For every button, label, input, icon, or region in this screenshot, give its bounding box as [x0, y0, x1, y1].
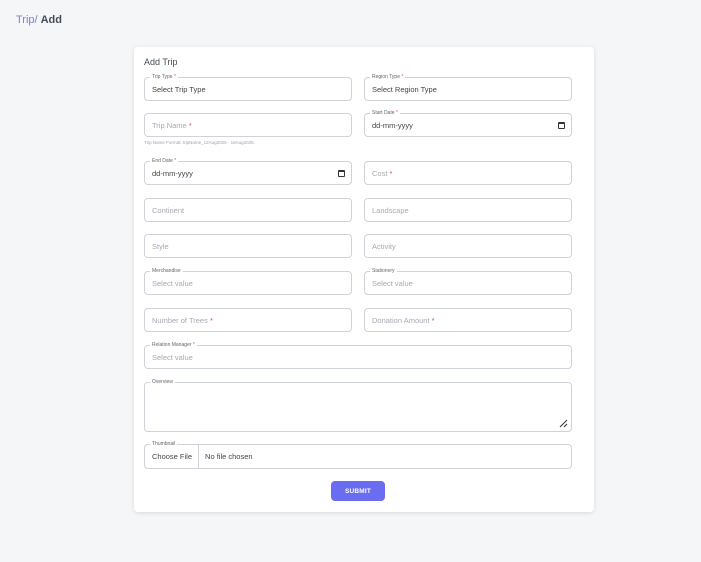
donation-amount-input[interactable]: Donation Amount * — [364, 308, 572, 332]
trip-name-placeholder: Trip Name * — [152, 120, 192, 130]
stationery-select[interactable]: Stationery Select value — [364, 267, 572, 295]
region-type-value: Select Region Type — [372, 84, 437, 94]
style-input[interactable]: Style — [144, 234, 352, 258]
add-trip-card: Add Trip Trip Type * Select Trip Type Re… — [134, 47, 594, 512]
landscape-input[interactable]: Landscape — [364, 198, 572, 222]
continent-placeholder: Continent — [152, 205, 185, 215]
activity-placeholder: Activity — [372, 241, 396, 251]
relation-manager-placeholder: Select value — [152, 352, 193, 362]
merchandise-placeholder: Select value — [152, 278, 193, 288]
end-date-label: End Date * — [150, 157, 179, 165]
start-date-label: Start Date * — [370, 109, 400, 117]
number-of-trees-input[interactable]: Number of Trees * — [144, 308, 352, 332]
relation-manager-select[interactable]: Relation Manager * Select value — [144, 341, 572, 369]
resize-handle-icon[interactable] — [559, 419, 568, 428]
stationery-placeholder: Select value — [372, 278, 413, 288]
form-title: Add Trip — [144, 57, 178, 67]
calendar-icon[interactable] — [558, 122, 565, 129]
start-date-input[interactable]: Start Date * dd-mm-yyyy — [364, 109, 572, 137]
trip-name-input[interactable]: Trip Name * — [144, 113, 352, 137]
end-date-input[interactable]: End Date * dd-mm-yyyy — [144, 157, 352, 185]
overview-textarea[interactable]: Overview — [144, 378, 572, 432]
thumbnail-label: Thumbnail — [150, 440, 178, 448]
submit-button[interactable]: SUBMIT — [331, 481, 385, 501]
region-type-label: Region Type * — [370, 73, 406, 81]
relation-manager-label: Relation Manager * — [150, 341, 197, 349]
breadcrumb-current: Add — [40, 14, 62, 26]
donation-amount-placeholder: Donation Amount * — [372, 315, 435, 325]
end-date-value: dd-mm-yyyy — [152, 168, 193, 178]
number-of-trees-placeholder: Number of Trees * — [152, 315, 213, 325]
overview-label: Overview — [150, 378, 175, 386]
activity-input[interactable]: Activity — [364, 234, 572, 258]
thumbnail-file-input[interactable]: Thumbnail Choose File No file chosen — [144, 440, 572, 469]
trip-type-label: Trip Type * — [150, 73, 178, 81]
breadcrumb: Trip/ Add — [16, 14, 62, 26]
trip-type-value: Select Trip Type — [152, 84, 206, 94]
trip-type-select[interactable]: Trip Type * Select Trip Type — [144, 73, 352, 101]
cost-input[interactable]: Cost * — [364, 161, 572, 185]
cost-placeholder: Cost * — [372, 168, 393, 178]
merchandise-label: Merchandise — [150, 267, 183, 275]
breadcrumb-link-trip[interactable]: Trip/ — [16, 14, 38, 26]
stationery-label: Stationery — [370, 267, 397, 275]
choose-file-button[interactable]: Choose File — [152, 445, 200, 468]
start-date-value: dd-mm-yyyy — [372, 120, 413, 130]
trip-name-hint: Trip Name Format: tripName_12Aug2025 - 1… — [144, 140, 255, 145]
style-placeholder: Style — [152, 241, 169, 251]
landscape-placeholder: Landscape — [372, 205, 409, 215]
region-type-select[interactable]: Region Type * Select Region Type — [364, 73, 572, 101]
continent-input[interactable]: Continent — [144, 198, 352, 222]
merchandise-select[interactable]: Merchandise Select value — [144, 267, 352, 295]
calendar-icon[interactable] — [338, 170, 345, 177]
file-status: No file chosen — [205, 452, 253, 461]
